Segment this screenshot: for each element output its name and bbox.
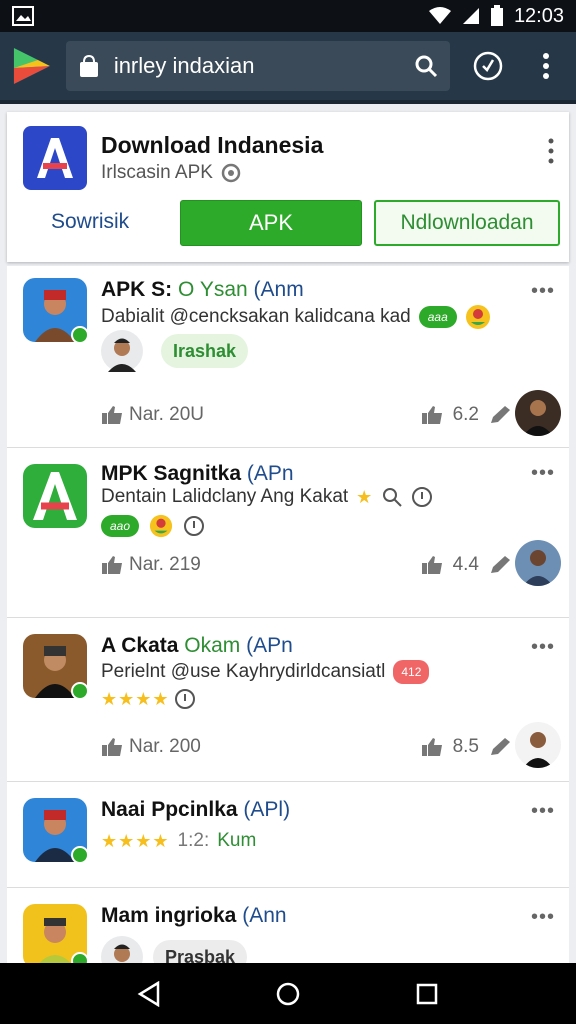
item-title: Mam ingrioka (Ann [101,904,287,927]
app-subtitle: Irlscasin APK [101,162,241,184]
play-logo-icon[interactable] [10,44,54,88]
item-description: Dentain Lalidclany Ang Kakat ★ [101,486,433,508]
search-icon [383,488,403,507]
list-item[interactable]: Mam ingrioka (Ann ••• Prasbak [7,888,569,978]
status-badge [71,682,89,700]
more-horiz-icon[interactable]: ••• [531,906,555,929]
search-icon[interactable] [414,54,438,78]
system-nav-bar [0,963,576,1024]
more-vert-icon[interactable] [547,138,555,164]
item-rating-row: ★★★★ 1:2: Kum [101,830,257,851]
back-icon[interactable] [137,980,161,1007]
bag-icon [79,54,98,77]
star-rating: ★★★★ [101,830,170,851]
item-tag-row: Irashak [101,330,249,372]
check-circle-icon [473,51,503,81]
app-screen: 12:03 inrley indaxian Download Indanesia [0,0,576,1024]
star-icon: ★ [356,486,374,507]
app-header-card: Download Indanesia Irlscasin APK Sowrisi… [7,112,569,262]
rating-stat: 4.4 [421,554,511,576]
search-query: inrley indaxian [113,53,255,78]
home-icon[interactable] [275,981,301,1007]
downloads-stat: Nar. 200 [101,736,201,758]
thumbs-up-icon [421,738,442,756]
app-icon [23,126,87,190]
item-title: APK S: O Ysan (Anm [101,278,304,301]
app-avatar [23,904,89,970]
list-item[interactable]: APK S: O Ysan (Anm ••• Dabialit @cencksa… [7,266,569,448]
clock: 12:03 [513,4,564,27]
item-rating-row: ★★★★ [101,688,196,710]
recents-icon[interactable] [415,982,439,1006]
item-title: A Ckata Okam (APn [101,634,293,657]
item-title: MPK Sagnitka (APn [101,462,294,485]
download-button[interactable]: Ndlownloadan [374,200,560,246]
item-description: Dabialit @cencksakan kalidcana kad aaa [101,304,491,330]
info-icon [412,487,433,507]
thumbs-up-icon [421,556,442,574]
info-icon [174,689,195,709]
more-horiz-icon[interactable]: ••• [531,462,555,485]
app-avatar [23,278,89,344]
status-bar: 12:03 [0,0,576,32]
image-notification-icon [12,6,34,26]
status-badge [71,326,89,344]
downloads-stat: Nar. 20U [101,404,204,426]
apk-button[interactable]: APK [180,200,362,246]
badge: 412 [393,660,430,684]
reviewer-avatar[interactable] [515,722,561,768]
item-description: Perielnt @use Kayhrydirldcansiatl 412 [101,660,430,684]
chat-badge: aaa [418,306,457,328]
status-badge [71,846,89,864]
reviewer-avatar[interactable] [515,390,561,436]
app-toolbar: inrley indaxian [0,32,576,104]
app-avatar [23,798,89,864]
app-avatar [23,634,89,700]
rating-stat: 8.5 [421,736,511,758]
pencil-icon[interactable] [489,555,511,575]
chat-badge: aao [101,515,139,537]
list-item[interactable]: MPK Sagnitka (APn ••• Dentain Lalidclany… [7,448,569,618]
pencil-icon[interactable] [489,737,511,757]
list-item[interactable]: A Ckata Okam (APn ••• Perielnt @use Kayh… [7,618,569,782]
overflow-menu-button[interactable] [526,46,566,86]
more-horiz-icon[interactable]: ••• [531,800,555,823]
item-tag-row: aao [101,514,205,538]
app-title: Download Indanesia [101,132,324,158]
tag-pill[interactable]: Irashak [161,334,249,368]
thumb-icon [102,406,122,424]
account-button[interactable] [468,46,508,86]
emoji-icon [149,514,173,538]
app-avatar [23,464,87,528]
verified-icon [221,163,241,183]
signal-icon [462,8,479,24]
reviewer-avatar[interactable] [515,540,561,586]
more-vert-icon [543,53,550,79]
wifi-icon [428,7,451,24]
star-rating: ★★★★ [101,688,170,709]
emoji-icon [465,305,490,329]
thumb-icon [102,556,122,574]
downloads-stat: Nar. 219 [101,554,201,576]
battery-icon [490,5,503,26]
more-horiz-icon[interactable]: ••• [531,280,555,303]
thumbs-up-icon [421,406,442,424]
thumb-icon [102,738,122,756]
app-list: APK S: O Ysan (Anm ••• Dabialit @cencksa… [7,266,569,978]
user-avatar [101,330,143,372]
list-item[interactable]: Naai Ppcinlka (APl) ••• ★★★★ 1:2: Kum [7,782,569,888]
item-title: Naai Ppcinlka (APl) [101,798,291,821]
rating-stat: 6.2 [421,404,511,426]
search-bar[interactable]: inrley indaxian [65,41,451,91]
info-icon [184,516,204,536]
more-horiz-icon[interactable]: ••• [531,636,555,659]
pencil-icon[interactable] [489,405,511,425]
sources-link[interactable]: Sowrisik [51,210,129,234]
